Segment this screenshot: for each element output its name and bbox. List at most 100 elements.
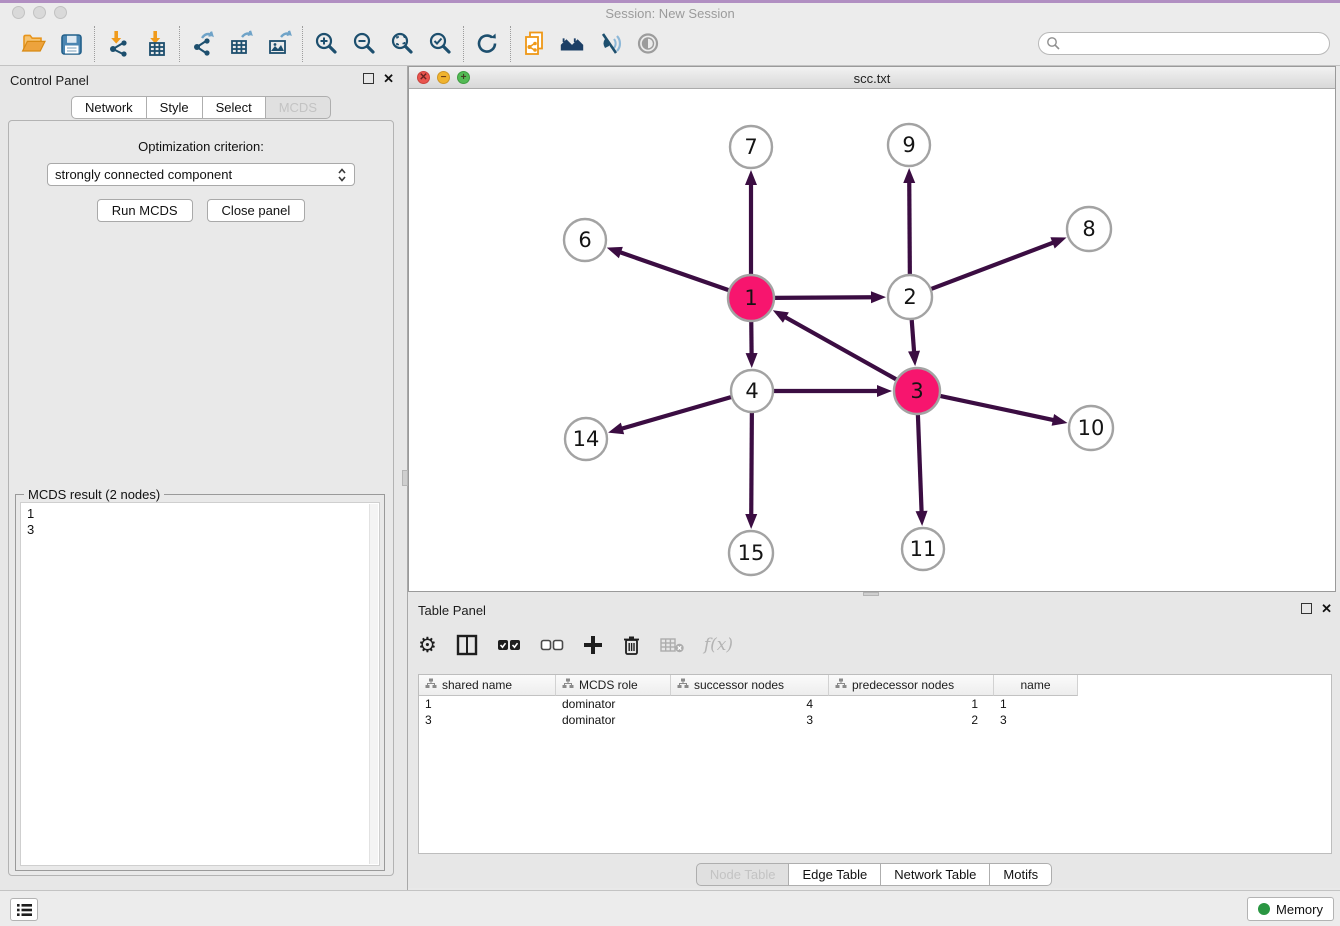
close-panel-button[interactable]: Close panel [207, 199, 306, 222]
graph-edge-1-6[interactable] [618, 252, 729, 291]
column-header-predecessor-nodes[interactable]: predecessor nodes [829, 675, 994, 696]
table-cell[interactable]: 3 [419, 712, 556, 728]
table-cell[interactable]: 3 [994, 712, 1078, 728]
result-scrollbar[interactable] [369, 504, 378, 864]
column-header-successor-nodes[interactable]: successor nodes [671, 675, 829, 696]
search-box [1038, 32, 1330, 55]
edge-arrowhead [871, 291, 886, 303]
zoom-fit-icon[interactable] [388, 30, 416, 58]
float-panel-icon[interactable] [363, 73, 374, 84]
graph-node-label: 7 [744, 135, 757, 159]
network-graph: 7968124314101511 [409, 89, 1335, 591]
graph-edge-4-15[interactable] [751, 412, 752, 517]
application-window: Session: New Session [0, 0, 1340, 926]
tab-edge-table[interactable]: Edge Table [789, 863, 881, 886]
control-panel-title: Control Panel [10, 73, 89, 88]
table-cell[interactable]: 2 [829, 712, 994, 728]
tab-select[interactable]: Select [203, 96, 266, 119]
column-header-shared-name[interactable]: shared name [419, 675, 556, 696]
edge-arrowhead [1052, 414, 1068, 426]
column-header-name[interactable]: name [994, 675, 1078, 696]
table-cell[interactable]: 1 [419, 696, 556, 712]
import-network-icon[interactable] [104, 30, 132, 58]
graph-edge-1-2[interactable] [774, 297, 874, 298]
graph-edge-4-14[interactable] [620, 397, 732, 429]
graph-edge-2-3[interactable] [912, 319, 915, 354]
graph-edge-3-10[interactable] [939, 396, 1055, 421]
import-table-icon[interactable] [142, 30, 170, 58]
edge-arrowhead [745, 170, 757, 185]
open-session-icon[interactable] [19, 30, 47, 58]
zoom-in-icon[interactable] [312, 30, 340, 58]
clone-network-icon[interactable] [520, 30, 548, 58]
close-panel-icon[interactable]: ✕ [383, 73, 394, 84]
table-cell[interactable]: dominator [556, 712, 671, 728]
window-title: Session: New Session [0, 6, 1340, 21]
column-label: MCDS role [579, 678, 638, 692]
table-cell[interactable]: 1 [994, 696, 1078, 712]
tab-network-table[interactable]: Network Table [881, 863, 990, 886]
mcds-tab-content: Optimization criterion: strongly connect… [8, 120, 394, 876]
select-spinner-icon [337, 167, 347, 183]
graph-edge-3-11[interactable] [918, 414, 922, 514]
memory-button-label: Memory [1276, 902, 1323, 917]
run-mcds-button[interactable]: Run MCDS [97, 199, 193, 222]
search-input[interactable] [1038, 32, 1330, 55]
show-details-eye-icon [634, 30, 662, 58]
mcds-result-textarea[interactable]: 1 3 [20, 502, 380, 866]
tree-icon [562, 678, 574, 692]
graph-edge-3-1[interactable] [783, 316, 897, 380]
zoom-selected-icon[interactable] [426, 30, 454, 58]
list-icon [16, 903, 33, 917]
column-label: name [1020, 678, 1050, 692]
tab-network[interactable]: Network [71, 96, 147, 119]
show-column-panel-icon[interactable] [456, 632, 478, 658]
table-cell[interactable]: dominator [556, 696, 671, 712]
create-column-plus-icon[interactable] [583, 632, 603, 658]
criterion-select[interactable]: strongly connected component [47, 163, 355, 186]
table-tabs: Node TableEdge TableNetwork TableMotifs [408, 863, 1340, 886]
function-builder-icon: f(x) [704, 632, 733, 658]
graph-node-label: 6 [578, 228, 591, 252]
graph-edge-2-8[interactable] [931, 242, 1056, 289]
table-row[interactable]: 3dominator323 [419, 712, 1331, 728]
graph-node-label: 9 [902, 133, 915, 157]
apply-layout-icon[interactable] [473, 30, 501, 58]
table-cell[interactable]: 4 [671, 696, 829, 712]
control-panel: Control Panel ✕ NetworkStyleSelectMCDS O… [0, 66, 402, 890]
column-label: predecessor nodes [852, 678, 954, 692]
column-header-MCDS-role[interactable]: MCDS role [556, 675, 671, 696]
tab-node-table[interactable]: Node Table [696, 863, 790, 886]
delete-column-trash-icon[interactable] [622, 632, 641, 658]
hide-graphics-details-icon[interactable] [596, 30, 624, 58]
zoom-out-icon[interactable] [350, 30, 378, 58]
table-panel: Table Panel ✕ ⚙ [408, 596, 1340, 888]
table-row[interactable]: 1dominator411 [419, 696, 1331, 712]
select-all-columns-icon[interactable] [497, 632, 521, 658]
first-neighbors-icon[interactable] [558, 30, 586, 58]
graph-node-label: 11 [910, 537, 937, 561]
graph-edge-2-9[interactable] [909, 180, 910, 275]
memory-button[interactable]: Memory [1247, 897, 1334, 921]
network-window-titlebar[interactable]: ✕ − + scc.txt [409, 67, 1335, 89]
close-table-panel-icon[interactable]: ✕ [1321, 603, 1332, 614]
table-settings-gear-icon[interactable]: ⚙ [418, 632, 437, 658]
node-table[interactable]: shared name MCDS role successor nodes prede… [418, 674, 1332, 854]
export-image-icon[interactable] [265, 30, 293, 58]
task-history-button[interactable] [10, 898, 38, 921]
network-window-title: scc.txt [409, 71, 1335, 86]
table-cell[interactable]: 1 [829, 696, 994, 712]
deselect-all-columns-icon[interactable] [540, 632, 564, 658]
export-table-icon[interactable] [227, 30, 255, 58]
network-canvas[interactable]: 7968124314101511 [409, 89, 1335, 591]
tab-mcds[interactable]: MCDS [266, 96, 331, 119]
export-network-icon[interactable] [189, 30, 217, 58]
tab-style[interactable]: Style [147, 96, 203, 119]
edge-arrowhead [903, 168, 915, 183]
save-session-icon[interactable] [57, 30, 85, 58]
tab-motifs[interactable]: Motifs [990, 863, 1052, 886]
float-table-panel-icon[interactable] [1301, 603, 1312, 614]
tree-icon [677, 678, 689, 692]
table-cell[interactable]: 3 [671, 712, 829, 728]
table-header-row: shared name MCDS role successor nodes prede… [419, 675, 1331, 696]
